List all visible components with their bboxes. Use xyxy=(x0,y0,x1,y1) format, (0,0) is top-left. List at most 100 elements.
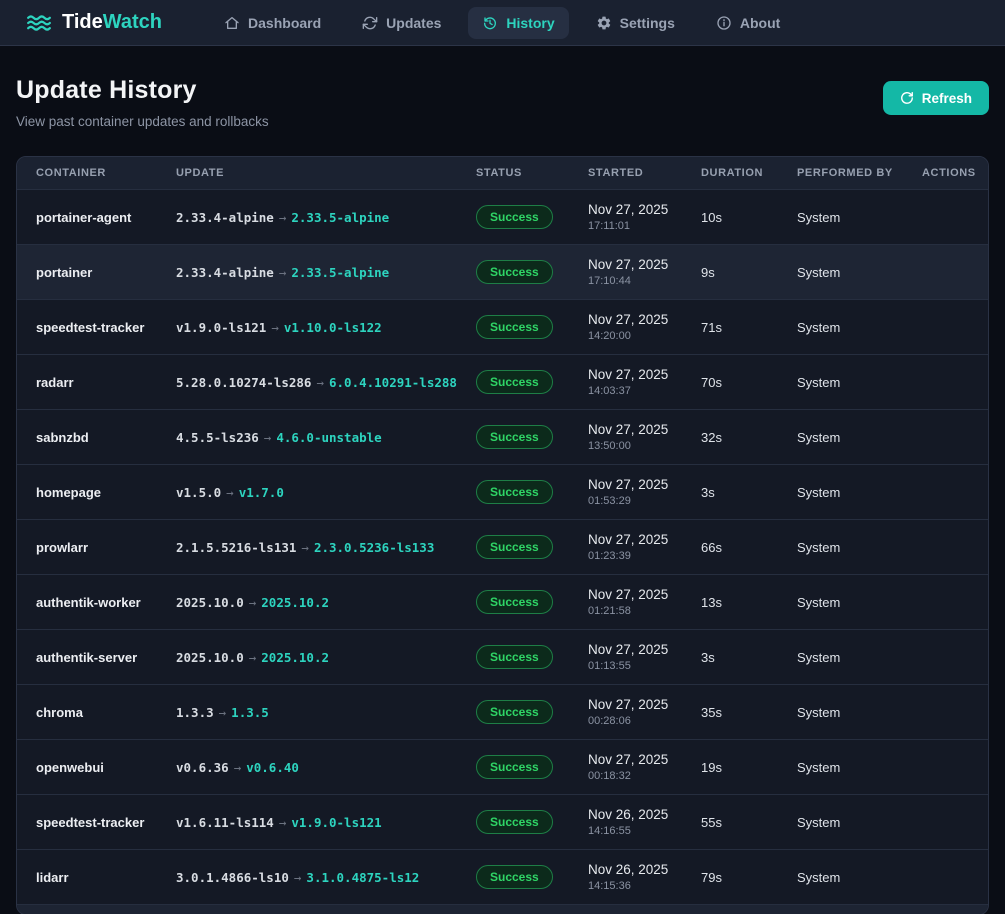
refresh-button[interactable]: Refresh xyxy=(883,81,989,115)
nav-item-about[interactable]: About xyxy=(702,7,794,39)
duration-cell: 3s xyxy=(701,485,797,500)
brand-name: TideWatch xyxy=(62,11,162,34)
started-date: Nov 27, 2025 xyxy=(588,532,701,547)
column-header-status: STATUS xyxy=(476,167,588,179)
table-row[interactable]: lidarr 3.0.1.4866-ls10→3.1.0.4875-ls12 S… xyxy=(17,849,988,904)
new-version: 2.33.5-alpine xyxy=(291,265,389,280)
page-subtitle: View past container updates and rollback… xyxy=(16,114,269,129)
status-cell: Success xyxy=(476,260,588,284)
container-name: authentik-server xyxy=(36,650,176,665)
refresh-label: Refresh xyxy=(922,91,972,106)
started-cell: Nov 27, 2025 01:21:58 xyxy=(588,587,701,617)
update-cell: 4.5.5-ls236→4.6.0-unstable xyxy=(176,430,476,445)
table-row[interactable]: chroma 1.3.3→1.3.5 Success Nov 27, 2025 … xyxy=(17,684,988,739)
arrow-right-icon: → xyxy=(264,430,272,445)
nav-label: Updates xyxy=(386,15,441,31)
started-time: 00:18:32 xyxy=(588,770,701,782)
table-row[interactable]: speedtest-tracker v1.6.11-ls114→v1.9.0-l… xyxy=(17,794,988,849)
started-cell: Nov 26, 2025 14:15:36 xyxy=(588,862,701,892)
nav-item-dashboard[interactable]: Dashboard xyxy=(210,7,335,39)
refresh-icon xyxy=(900,91,914,105)
old-version: 2.33.4-alpine xyxy=(176,210,274,225)
home-icon xyxy=(224,15,240,31)
column-header-container: CONTAINER xyxy=(36,167,176,179)
nav-item-history[interactable]: History xyxy=(468,7,568,39)
duration-cell: 9s xyxy=(701,265,797,280)
arrow-right-icon: → xyxy=(249,650,257,665)
started-time: 17:11:01 xyxy=(588,220,701,232)
history-icon xyxy=(482,15,498,31)
started-cell: Nov 27, 2025 14:20:00 xyxy=(588,312,701,342)
refresh-icon xyxy=(362,15,378,31)
started-time: 01:21:58 xyxy=(588,605,701,617)
container-name: authentik-worker xyxy=(36,595,176,610)
arrow-right-icon: → xyxy=(219,705,227,720)
new-version: 6.0.4.10291-ls288 xyxy=(329,375,457,390)
column-header-actions: ACTIONS xyxy=(922,167,976,179)
table-row[interactable]: homepage v1.5.0→v1.7.0 Success Nov 27, 2… xyxy=(17,464,988,519)
status-cell: Success xyxy=(476,755,588,779)
table-row[interactable]: speedtest-tracker v1.9.0-ls121→v1.10.0-l… xyxy=(17,299,988,354)
table-row[interactable]: sabnzbd 4.5.5-ls236→4.6.0-unstable Succe… xyxy=(17,409,988,464)
old-version: 3.0.1.4866-ls10 xyxy=(176,870,289,885)
arrow-right-icon: → xyxy=(271,320,279,335)
performed-by-cell: System xyxy=(797,760,922,775)
status-cell: Success xyxy=(476,370,588,394)
status-cell: Success xyxy=(476,535,588,559)
table-row[interactable]: portainer-agent 2.33.4-alpine→2.33.5-alp… xyxy=(17,189,988,244)
performed-by-cell: System xyxy=(797,430,922,445)
started-time: 01:23:39 xyxy=(588,550,701,562)
nav-item-updates[interactable]: Updates xyxy=(348,7,455,39)
started-time: 14:03:37 xyxy=(588,385,701,397)
update-cell: v0.6.36→v0.6.40 xyxy=(176,760,476,775)
brand[interactable]: TideWatch xyxy=(26,10,162,36)
performed-by-cell: System xyxy=(797,265,922,280)
duration-cell: 35s xyxy=(701,705,797,720)
status-cell: Success xyxy=(476,865,588,889)
started-date: Nov 27, 2025 xyxy=(588,752,701,767)
started-date: Nov 27, 2025 xyxy=(588,697,701,712)
performed-by-cell: System xyxy=(797,705,922,720)
status-cell: Success xyxy=(476,205,588,229)
started-time: 14:15:36 xyxy=(588,880,701,892)
column-header-duration: DURATION xyxy=(701,167,797,179)
old-version: 2025.10.0 xyxy=(176,595,244,610)
new-version: v0.6.40 xyxy=(246,760,299,775)
status-cell: Success xyxy=(476,645,588,669)
navbar: TideWatch Dashboard Updates xyxy=(0,0,1005,46)
old-version: 2025.10.0 xyxy=(176,650,244,665)
table-row[interactable]: openwebui v0.6.36→v0.6.40 Success Nov 27… xyxy=(17,739,988,794)
started-cell: Nov 27, 2025 17:10:44 xyxy=(588,257,701,287)
started-date: Nov 27, 2025 xyxy=(588,257,701,272)
new-version: 2.3.0.5236-ls133 xyxy=(314,540,434,555)
duration-cell: 70s xyxy=(701,375,797,390)
status-cell: Success xyxy=(476,700,588,724)
arrow-right-icon: → xyxy=(279,815,287,830)
started-date: Nov 27, 2025 xyxy=(588,642,701,657)
update-cell: 2.33.4-alpine→2.33.5-alpine xyxy=(176,210,476,225)
container-name: chroma xyxy=(36,705,176,720)
status-badge: Success xyxy=(476,315,553,339)
container-name: speedtest-tracker xyxy=(36,320,176,335)
duration-cell: 66s xyxy=(701,540,797,555)
started-cell: Nov 27, 2025 00:28:06 xyxy=(588,697,701,727)
container-name: prowlarr xyxy=(36,540,176,555)
started-date: Nov 27, 2025 xyxy=(588,587,701,602)
nav-item-settings[interactable]: Settings xyxy=(582,7,689,39)
arrow-right-icon: → xyxy=(226,485,234,500)
started-cell: Nov 27, 2025 17:11:01 xyxy=(588,202,701,232)
started-date: Nov 27, 2025 xyxy=(588,312,701,327)
waves-icon xyxy=(26,10,52,36)
gear-icon xyxy=(596,15,612,31)
started-time: 01:13:55 xyxy=(588,660,701,672)
table-row[interactable]: radarr 5.28.0.10274-ls286→6.0.4.10291-ls… xyxy=(17,354,988,409)
duration-cell: 79s xyxy=(701,870,797,885)
table-row[interactable]: authentik-worker 2025.10.0→2025.10.2 Suc… xyxy=(17,574,988,629)
nav-label: History xyxy=(506,15,554,31)
update-cell: 2025.10.0→2025.10.2 xyxy=(176,650,476,665)
table-row[interactable]: prowlarr 2.1.5.5216-ls131→2.3.0.5236-ls1… xyxy=(17,519,988,574)
table-row[interactable]: authentik-server 2025.10.0→2025.10.2 Suc… xyxy=(17,629,988,684)
table-row[interactable]: portainer 2.33.4-alpine→2.33.5-alpine Su… xyxy=(17,244,988,299)
status-badge: Success xyxy=(476,700,553,724)
page-header: Update History View past container updat… xyxy=(16,76,989,129)
